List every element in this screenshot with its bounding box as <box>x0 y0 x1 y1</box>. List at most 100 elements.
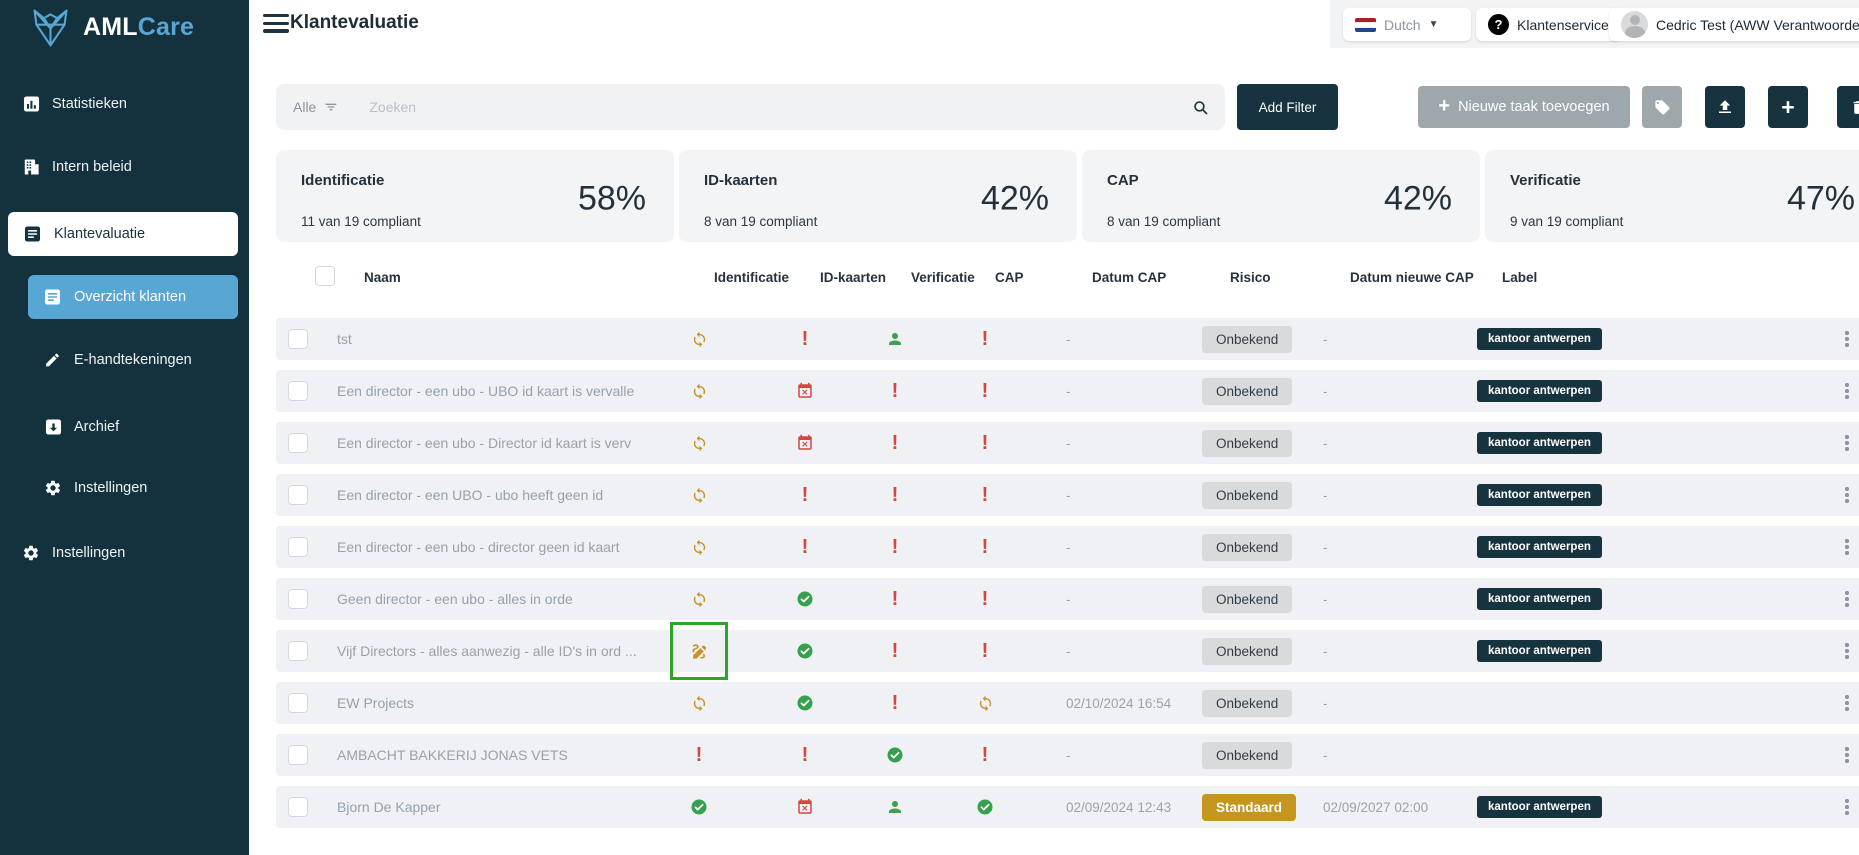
nl-flag-icon <box>1355 17 1376 32</box>
row-checkbox[interactable] <box>288 485 308 505</box>
delete-button[interactable] <box>1837 86 1859 128</box>
label-badge[interactable]: kantoor antwerpen <box>1477 380 1602 402</box>
cell-datum-cap: - <box>1066 383 1071 399</box>
tag-button[interactable] <box>1642 86 1682 128</box>
exclamation-icon: ! <box>981 640 989 662</box>
row-checkbox[interactable] <box>288 745 308 765</box>
cell-id-kaarten: ! <box>762 318 848 360</box>
search-icon[interactable] <box>1192 99 1209 116</box>
exclamation-icon: ! <box>801 484 809 506</box>
cell-cap: ! <box>942 578 1028 620</box>
exclamation-icon: ! <box>981 432 989 454</box>
menu-toggle-icon[interactable] <box>263 14 289 37</box>
row-name[interactable]: Een director - een UBO - ubo heeft geen … <box>320 474 636 516</box>
filter-scope-dropdown[interactable]: Alle <box>293 99 339 115</box>
sidebar-item-intern-beleid[interactable]: Intern beleid <box>0 145 249 189</box>
cell-datum-nieuwe-cap: - <box>1323 591 1328 607</box>
support-button[interactable]: ? Klantenservice <box>1476 8 1621 41</box>
row-name[interactable]: Een director - een ubo - UBO id kaart is… <box>320 370 636 412</box>
calendar-x-icon <box>796 434 814 452</box>
user-menu[interactable]: Cedric Test (AWW Verantwoordeli <box>1609 8 1859 41</box>
exclamation-icon: ! <box>891 380 899 402</box>
sidebar-item-instellingen[interactable]: Instellingen <box>0 466 249 510</box>
row-checkbox[interactable] <box>288 381 308 401</box>
row-actions-menu-icon[interactable] <box>1839 533 1854 560</box>
sidebar-item-klantevaluatie[interactable]: Klantevaluatie <box>8 212 238 256</box>
row-actions-menu-icon[interactable] <box>1839 481 1854 508</box>
row-actions-menu-icon[interactable] <box>1839 793 1854 820</box>
sidebar-item-archief[interactable]: Archief <box>0 405 249 449</box>
row-name[interactable]: Een director - een ubo - Director id kaa… <box>320 422 636 464</box>
exclamation-icon: ! <box>891 640 899 662</box>
cell-identificatie <box>636 318 762 360</box>
cell-identificatie <box>636 474 762 516</box>
cell-cap: ! <box>942 422 1028 464</box>
cell-datum-cap: - <box>1066 539 1071 555</box>
sidebar-item-overzicht-klanten[interactable]: Overzicht klanten <box>28 275 238 319</box>
row-name[interactable]: Vijf Directors - alles aanwezig - alle I… <box>320 630 636 672</box>
row-checkbox[interactable] <box>288 693 308 713</box>
app-logo[interactable]: AMLCare <box>28 5 194 50</box>
cell-datum-nieuwe-cap: - <box>1323 643 1328 659</box>
row-actions-menu-icon[interactable] <box>1839 637 1854 664</box>
cell-id-kaarten <box>762 370 848 412</box>
sidebar-item-e-handtekeningen[interactable]: E-handtekeningen <box>0 338 249 382</box>
stat-percent: 47% <box>1786 179 1855 218</box>
row-actions-menu-icon[interactable] <box>1839 377 1854 404</box>
cell-verificatie <box>848 734 942 776</box>
label-badge[interactable]: kantoor antwerpen <box>1477 432 1602 454</box>
row-name[interactable]: Geen director - een ubo - alles in orde <box>320 578 636 620</box>
column-header-cap: CAP <box>995 270 1024 285</box>
sidebar-item-instellingen-2[interactable]: Instellingen <box>0 531 249 575</box>
risk-badge: Onbekend <box>1202 533 1293 561</box>
row-checkbox[interactable] <box>288 641 308 661</box>
row-name[interactable]: tst <box>320 318 636 360</box>
add-filter-button[interactable]: Add Filter <box>1237 84 1338 130</box>
upload-button[interactable] <box>1705 86 1745 128</box>
user-name: Cedric Test (AWW Verantwoordeli <box>1656 16 1859 33</box>
row-actions-menu-icon[interactable] <box>1839 585 1854 612</box>
cell-risico: Onbekend <box>1202 578 1323 620</box>
select-all-checkbox[interactable] <box>315 266 335 286</box>
label-badge[interactable]: kantoor antwerpen <box>1477 484 1602 506</box>
label-badge[interactable]: kantoor antwerpen <box>1477 796 1602 818</box>
row-actions-menu-icon[interactable] <box>1839 429 1854 456</box>
sidebar-item-statistieken[interactable]: Statistieken <box>0 82 249 126</box>
cell-datum-nieuwe-cap: - <box>1323 695 1328 711</box>
table-row: Een director - een ubo - Director id kaa… <box>276 422 1859 464</box>
language-selector[interactable]: Dutch ▼ <box>1343 8 1471 41</box>
new-task-button[interactable]: + Nieuwe taak toevoegen <box>1418 86 1630 128</box>
row-checkbox[interactable] <box>288 433 308 453</box>
row-actions-menu-icon[interactable] <box>1839 689 1854 716</box>
row-actions-menu-icon[interactable] <box>1839 325 1854 352</box>
risk-badge: Onbekend <box>1202 585 1293 613</box>
row-checkbox[interactable] <box>288 797 308 817</box>
cell-verificatie: ! <box>848 526 942 568</box>
row-actions-menu-icon[interactable] <box>1839 741 1854 768</box>
stat-card-verificatie: Verificatie 9 van 19 compliant 47% <box>1485 150 1859 242</box>
check-icon <box>976 798 994 816</box>
cell-verificatie <box>848 318 942 360</box>
row-checkbox[interactable] <box>288 589 308 609</box>
label-badge[interactable]: kantoor antwerpen <box>1477 328 1602 350</box>
exclamation-icon: ! <box>695 744 703 766</box>
label-badge[interactable]: kantoor antwerpen <box>1477 536 1602 558</box>
search-input[interactable] <box>367 98 1192 116</box>
cell-risico: Onbekend <box>1202 526 1323 568</box>
row-name[interactable]: AMBACHT BAKKERIJ JONAS VETS <box>320 734 636 776</box>
cell-risico: Onbekend <box>1202 682 1323 724</box>
add-client-button[interactable]: + <box>1768 86 1808 128</box>
cell-datum-nieuwe-cap: - <box>1323 487 1328 503</box>
row-checkbox[interactable] <box>288 329 308 349</box>
sync-icon <box>691 383 708 400</box>
row-name[interactable]: Bjorn De Kapper <box>320 786 636 828</box>
sidebar-item-label: Intern beleid <box>52 159 132 175</box>
label-badge[interactable]: kantoor antwerpen <box>1477 640 1602 662</box>
row-checkbox[interactable] <box>288 537 308 557</box>
archive-icon <box>44 418 63 437</box>
label-badge[interactable]: kantoor antwerpen <box>1477 588 1602 610</box>
row-name[interactable]: Een director - een ubo - director geen i… <box>320 526 636 568</box>
row-name[interactable]: EW Projects <box>320 682 636 724</box>
column-header-datum-cap: Datum CAP <box>1092 270 1167 285</box>
cell-label: kantoor antwerpen <box>1477 422 1802 464</box>
